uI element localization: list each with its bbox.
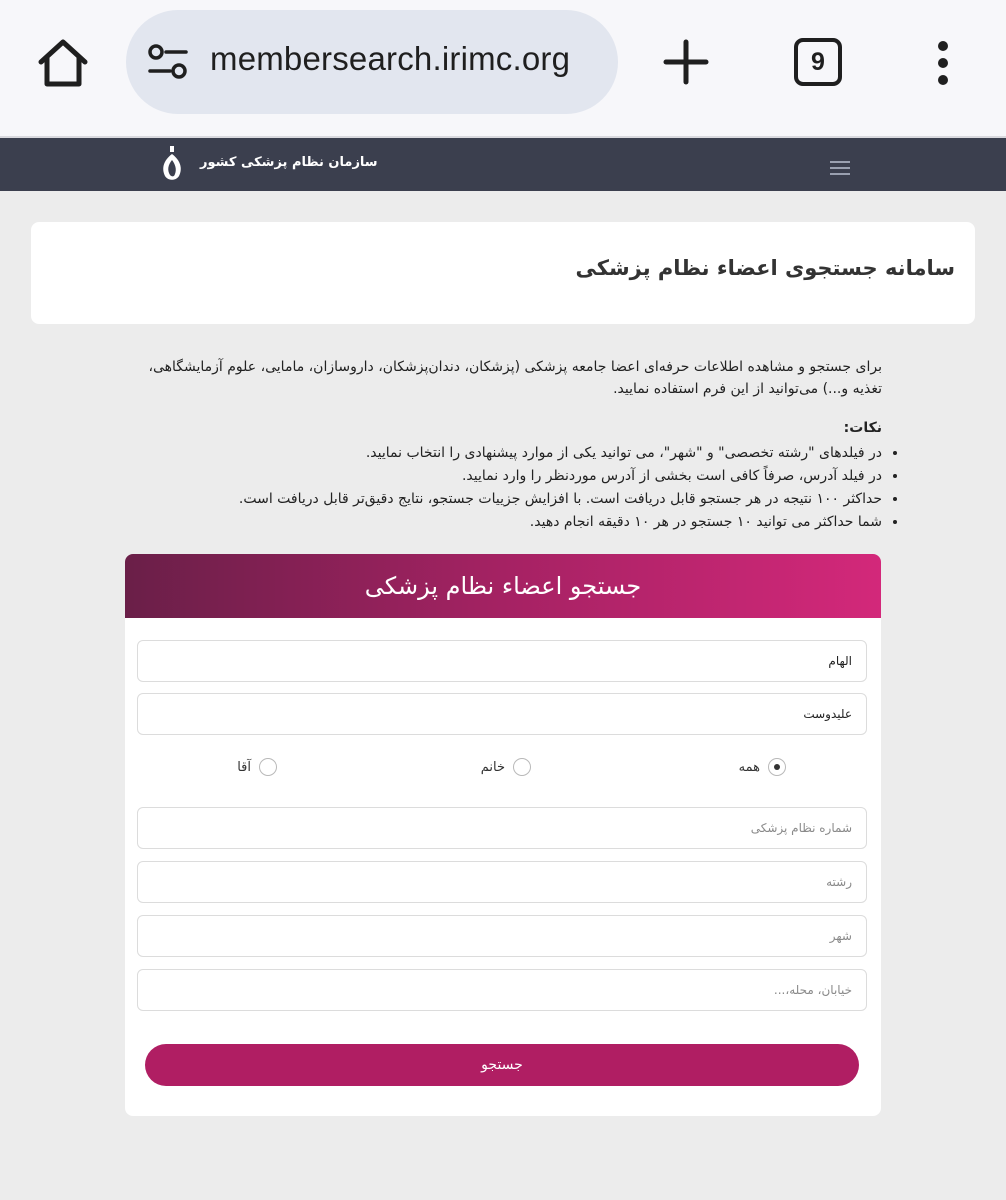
last-name-input[interactable] xyxy=(137,693,867,735)
form-title: جستجو اعضاء نظام پزشکی xyxy=(364,572,642,600)
license-number-input[interactable] xyxy=(137,807,867,849)
city-input[interactable] xyxy=(137,915,867,957)
site-settings-icon[interactable] xyxy=(148,44,188,80)
hamburger-menu-icon[interactable] xyxy=(830,161,850,175)
notes-list: در فیلدهای "رشته تخصصی" و "شهر"، می توان… xyxy=(120,442,902,534)
search-button[interactable]: جستجو xyxy=(145,1044,859,1086)
gender-radio-male[interactable]: آقا xyxy=(237,758,277,776)
home-icon[interactable] xyxy=(36,36,90,90)
page-title: سامانه جستجوی اعضاء نظام پزشکی xyxy=(575,256,955,280)
radio-label: خانم xyxy=(480,759,505,775)
page-title-card: سامانه جستجوی اعضاء نظام پزشکی xyxy=(31,222,975,324)
radio-label: آقا xyxy=(237,759,251,775)
site-navbar: سازمان نظام پزشکی کشور xyxy=(0,138,1006,191)
search-form-card: جستجو اعضاء نظام پزشکی همه خانم آقا جستج… xyxy=(125,554,881,1116)
list-item: در فیلد آدرس، صرفاً کافی است بخشی از آدر… xyxy=(120,465,882,488)
more-options-icon[interactable] xyxy=(930,40,956,86)
radio-circle[interactable] xyxy=(768,758,786,776)
site-brand[interactable]: سازمان نظام پزشکی کشور xyxy=(200,155,378,170)
list-item: شما حداکثر می توانید ۱۰ جستجو در هر ۱۰ د… xyxy=(120,511,882,534)
url-text: membersearch.irimc.org xyxy=(210,40,571,77)
list-item: در فیلدهای "رشته تخصصی" و "شهر"، می توان… xyxy=(120,442,882,465)
gender-radio-female[interactable]: خانم xyxy=(481,758,531,776)
address-bar[interactable]: membersearch.irimc.org xyxy=(126,10,618,114)
first-name-input[interactable] xyxy=(137,640,867,682)
radio-selected-dot xyxy=(774,764,780,770)
notes-title: نکات: xyxy=(843,420,882,436)
gender-radio-group: همه خانم آقا xyxy=(125,754,881,784)
browser-toolbar: membersearch.irimc.org 9 xyxy=(0,0,1006,138)
radio-circle[interactable] xyxy=(513,758,531,776)
radio-label: همه xyxy=(738,759,760,775)
specialty-input[interactable] xyxy=(137,861,867,903)
gender-radio-all[interactable]: همه xyxy=(739,758,786,776)
form-header: جستجو اعضاء نظام پزشکی xyxy=(125,554,881,618)
irimc-logo-icon[interactable] xyxy=(158,144,186,184)
list-item: حداکثر ۱۰۰ نتیجه در هر جستجو قابل دریافت… xyxy=(120,488,882,511)
intro-text: برای جستجو و مشاهده اطلاعات حرفه‌ای اعضا… xyxy=(148,359,882,397)
new-tab-icon[interactable] xyxy=(660,36,712,88)
radio-circle[interactable] xyxy=(259,758,277,776)
tab-switcher-button[interactable]: 9 xyxy=(794,38,842,86)
address-input[interactable] xyxy=(137,969,867,1011)
